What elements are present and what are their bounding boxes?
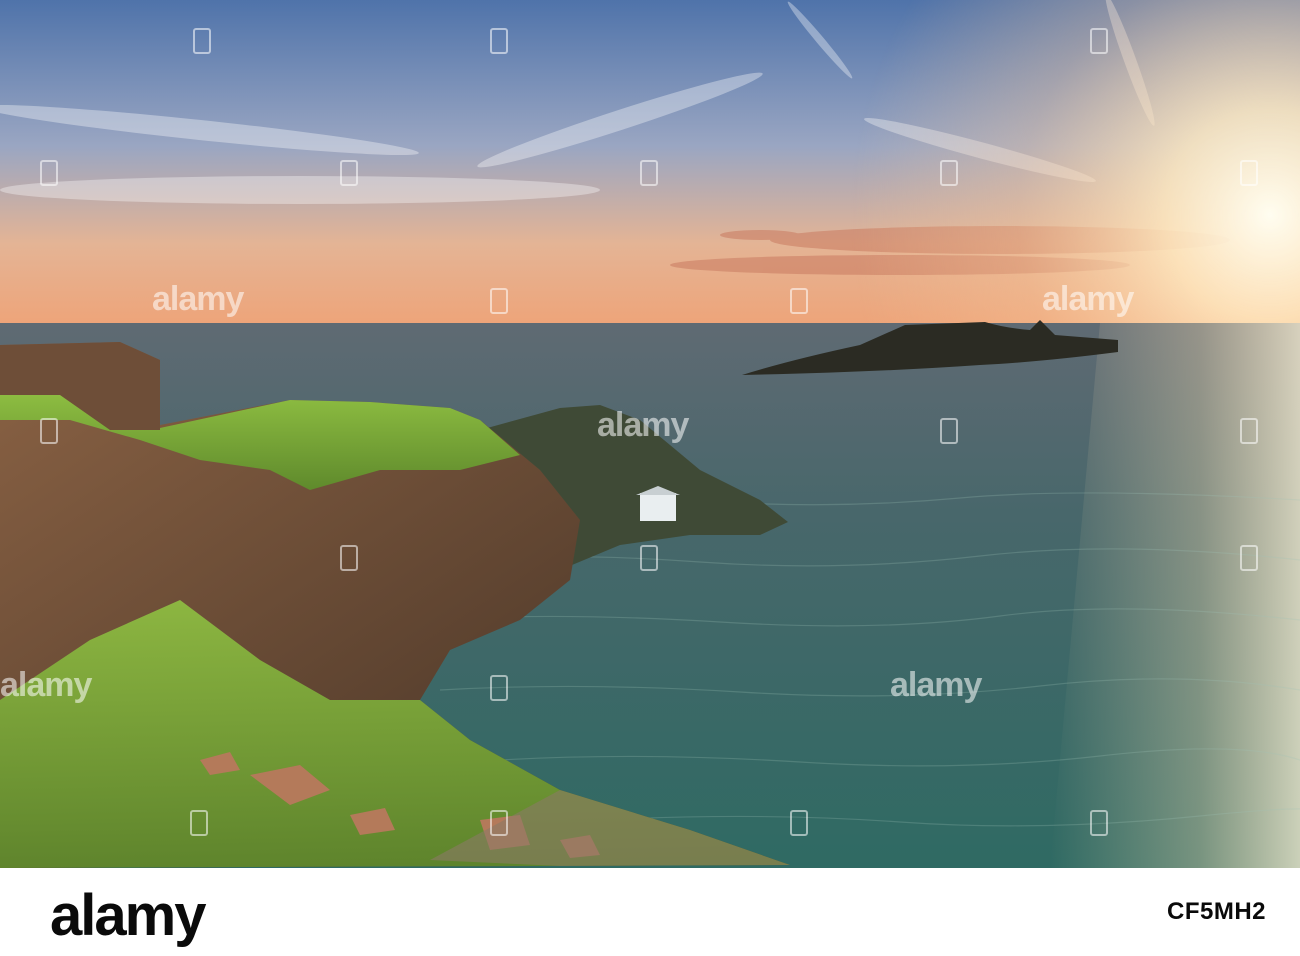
watermark-mark xyxy=(340,160,358,186)
watermark-mark xyxy=(1090,810,1108,836)
watermark-mark xyxy=(190,810,208,836)
watermark-mark xyxy=(1240,418,1258,444)
watermark-mark xyxy=(640,160,658,186)
watermark-mark xyxy=(490,28,508,54)
watermark-mark xyxy=(1090,28,1108,54)
watermark-mark xyxy=(640,545,658,571)
watermark-mark xyxy=(790,288,808,314)
watermark-mark xyxy=(1240,545,1258,571)
watermark-mark xyxy=(490,810,508,836)
boathouse xyxy=(640,493,676,521)
watermark: alamy xyxy=(0,666,92,704)
watermark-mark xyxy=(940,418,958,444)
watermark-mark xyxy=(1240,160,1258,186)
watermark: alamy xyxy=(1042,280,1134,318)
watermark-mark xyxy=(490,675,508,701)
footer-bar: alamy CF5MH2 xyxy=(0,868,1300,956)
alamy-logo[interactable]: alamy xyxy=(50,882,206,949)
watermark: alamy xyxy=(152,280,244,318)
watermark-mark xyxy=(193,28,211,54)
watermark-mark xyxy=(790,810,808,836)
watermark-mark xyxy=(340,545,358,571)
photo: alamy alamy alamy alamy alamy xyxy=(0,0,1300,868)
watermark-mark xyxy=(40,160,58,186)
watermark-mark xyxy=(490,288,508,314)
stock-image-id: CF5MH2 xyxy=(1166,898,1266,925)
watermark: alamy xyxy=(890,666,982,704)
watermark-mark xyxy=(940,160,958,186)
watermark-mark xyxy=(40,418,58,444)
watermark: alamy xyxy=(597,406,689,444)
